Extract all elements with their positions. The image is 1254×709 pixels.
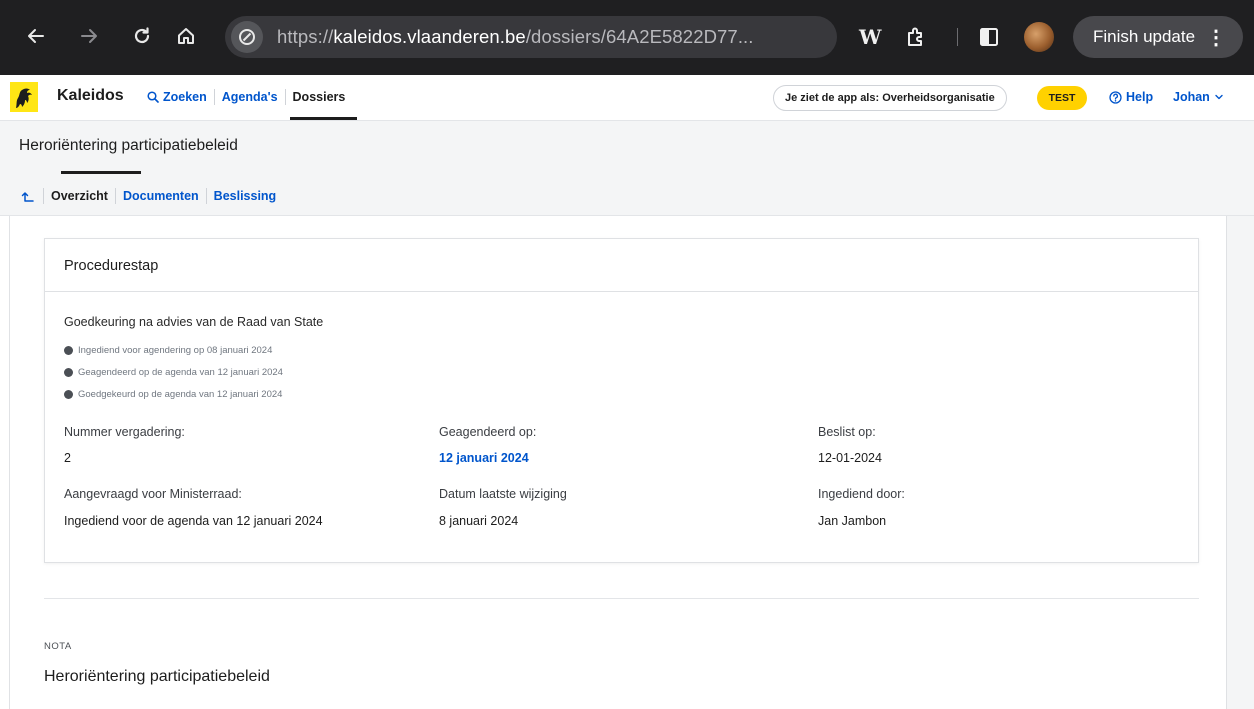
url-scheme: https://: [277, 26, 334, 47]
view-as-role-pill[interactable]: Je ziet de app als: Overheidsorganisatie: [773, 85, 1007, 111]
card-title: Procedurestap: [64, 258, 159, 274]
nav-agendas[interactable]: Agenda's: [213, 89, 285, 105]
procedure-step-card: Procedurestap Goedkeuring na advies van …: [44, 238, 1199, 563]
main-content[interactable]: Procedurestap Goedkeuring na advies van …: [0, 216, 1254, 709]
app-brand[interactable]: Kaleidos: [57, 87, 124, 105]
wikipedia-extension-icon[interactable]: W: [859, 22, 881, 52]
timeline-dot-icon: [64, 367, 73, 377]
step-title: Goedkeuring na advies van de Raad van St…: [64, 315, 324, 329]
decided-value: 12-01-2024: [818, 451, 882, 465]
nav-dossiers[interactable]: Dossiers: [284, 89, 353, 105]
timeline-item: Geagendeerd op de agenda van 12 januari …: [64, 361, 283, 383]
last-modified-label: Datum laatste wijziging: [439, 487, 567, 501]
reload-icon[interactable]: [128, 22, 156, 50]
title-underline: [61, 171, 141, 174]
nav-search[interactable]: Zoeken: [147, 89, 214, 105]
environment-badge: TEST: [1037, 86, 1087, 110]
timeline-item: Goedgekeurd op de agenda van 12 januari …: [64, 383, 283, 405]
scrollbar-track[interactable]: [1226, 216, 1254, 709]
timeline-text: Geagendeerd op de agenda van 12 januari …: [78, 366, 283, 378]
timeline-dot-icon: [64, 389, 73, 399]
profile-avatar[interactable]: [1024, 22, 1054, 52]
card-header: Procedurestap: [45, 239, 1198, 292]
timeline-item: Ingediend voor agendering op 08 januari …: [64, 339, 283, 361]
app-header: Kaleidos Zoeken Agenda's Dossiers Je zie…: [0, 75, 1254, 121]
help-label: Help: [1126, 90, 1154, 104]
timeline-text: Goedgekeurd op de agenda van 12 januari …: [78, 388, 283, 400]
finish-update-button[interactable]: Finish update ⋮: [1073, 16, 1243, 58]
meeting-number-value: 2: [64, 451, 71, 465]
help-icon: [1109, 90, 1122, 104]
left-border: [9, 216, 10, 709]
tab-overview[interactable]: Overzicht: [43, 188, 115, 204]
scheduled-date-link[interactable]: 12 januari 2024: [439, 451, 529, 465]
nota-title: Heroriëntering participatiebeleid: [44, 668, 270, 685]
submitted-by-label: Ingediend door:: [818, 487, 905, 501]
url-text[interactable]: https://kaleidos.vlaanderen.be/dossiers/…: [277, 26, 754, 48]
toolbar-separator: [957, 28, 958, 46]
user-name: Johan: [1173, 90, 1210, 104]
requested-label: Aangevraagd voor Ministerraad:: [64, 487, 242, 501]
url-path: /dossiers/64A2E5822D77...: [525, 26, 754, 47]
main-nav: Zoeken Agenda's Dossiers: [147, 89, 352, 105]
timeline-text: Ingediend voor agendering op 08 januari …: [78, 344, 273, 356]
search-icon: [147, 91, 159, 103]
back-arrow-icon[interactable]: [22, 22, 50, 50]
site-info-icon[interactable]: [231, 21, 263, 53]
page-title: Heroriëntering participatiebeleid: [19, 137, 238, 154]
chevron-down-icon: [1215, 94, 1223, 100]
level-up-icon: [21, 191, 34, 202]
timeline-dot-icon: [64, 345, 73, 355]
back-to-list-button[interactable]: [21, 190, 43, 203]
meeting-number-label: Nummer vergadering:: [64, 425, 185, 439]
nav-search-label: Zoeken: [163, 90, 207, 104]
home-icon[interactable]: [172, 22, 200, 50]
extensions-puzzle-icon[interactable]: [904, 22, 928, 52]
url-host: kaleidos.vlaanderen.be: [333, 26, 526, 47]
dossier-tabs: Overzicht Documenten Beslissing: [21, 188, 283, 204]
last-modified-value: 8 januari 2024: [439, 514, 519, 528]
address-bar[interactable]: https://kaleidos.vlaanderen.be/dossiers/…: [225, 16, 837, 58]
finish-update-label: Finish update: [1093, 27, 1196, 46]
nota-label: NOTA: [44, 641, 72, 652]
flemish-lion-logo-icon[interactable]: [10, 82, 38, 112]
scheduled-label: Geagendeerd op:: [439, 425, 537, 439]
user-menu[interactable]: Johan: [1173, 90, 1224, 104]
forward-arrow-icon[interactable]: [75, 22, 103, 50]
side-panel-icon[interactable]: [978, 22, 1000, 52]
tab-decision[interactable]: Beslissing: [205, 188, 284, 204]
requested-value: Ingediend voor de agenda van 12 januari …: [64, 514, 323, 528]
active-nav-indicator: [290, 117, 357, 120]
submitted-by-value: Jan Jambon: [818, 514, 887, 528]
tab-documents[interactable]: Documenten: [114, 188, 206, 204]
section-divider: [44, 598, 1199, 599]
decided-label: Beslist op:: [818, 425, 876, 439]
more-menu-icon[interactable]: ⋮: [1206, 25, 1226, 50]
help-link[interactable]: Help: [1109, 90, 1153, 104]
browser-toolbar: https://kaleidos.vlaanderen.be/dossiers/…: [0, 0, 1254, 75]
status-timeline: Ingediend voor agendering op 08 januari …: [64, 339, 283, 405]
dossier-subheader: Heroriëntering participatiebeleid Overzi…: [0, 121, 1254, 216]
